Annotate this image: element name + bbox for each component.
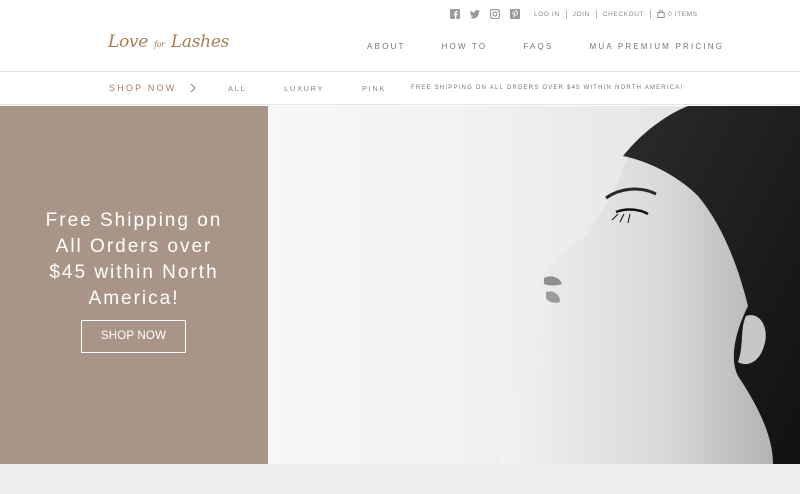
main-nav: ABOUT HOW TO FAQS MUA PREMIUM PRICING: [367, 42, 760, 51]
hero-headline-line: Free Shipping on: [45, 210, 223, 231]
shopping-bag-icon[interactable]: [657, 10, 668, 18]
category-luxury[interactable]: LUXURY: [284, 84, 324, 93]
logo-word-for: for: [154, 40, 165, 49]
hero-headline-line: $45 within North: [49, 262, 219, 283]
cart-count-link[interactable]: 0 ITEMS: [668, 11, 697, 18]
nav-item-faqs[interactable]: FAQS: [523, 42, 553, 51]
divider: [595, 9, 597, 19]
pinterest-icon[interactable]: [510, 9, 520, 19]
hero-model-image: [268, 106, 800, 464]
hero-headline: Free Shipping on All Orders over $45 wit…: [0, 208, 268, 312]
hero-banner: Free Shipping on All Orders over $45 wit…: [0, 106, 800, 464]
shipping-promo-text: FREE SHIPPING ON ALL ORDERS OVER $45 WIT…: [411, 85, 684, 91]
chevron-right-icon: [176, 83, 197, 93]
divider: [650, 9, 652, 19]
login-link[interactable]: LOG IN: [534, 11, 560, 18]
category-pink[interactable]: PINK: [362, 84, 386, 93]
hero-shop-now-button[interactable]: SHOP NOW: [81, 320, 186, 353]
category-links: ALL LUXURY PINK: [228, 84, 424, 93]
site-logo[interactable]: Love for Lashes: [108, 32, 229, 52]
utility-bar: LOG IN JOIN CHECKOUT 0 ITEMS: [450, 8, 698, 20]
hero-promo-panel: Free Shipping on All Orders over $45 wit…: [0, 106, 268, 464]
nav-item-how-to[interactable]: HOW TO: [442, 42, 488, 51]
divider: [565, 9, 567, 19]
facebook-icon[interactable]: [450, 9, 460, 19]
shop-now-menu[interactable]: SHOP NOW: [109, 83, 197, 93]
twitter-icon[interactable]: [470, 9, 480, 19]
shop-now-label: SHOP NOW: [109, 83, 177, 93]
instagram-icon[interactable]: [490, 9, 500, 19]
nav-item-mua-premium-pricing[interactable]: MUA PREMIUM PRICING: [590, 42, 725, 51]
page-footer-strip: [0, 464, 800, 494]
logo-word-love: Love: [108, 32, 148, 52]
logo-word-lashes: Lashes: [170, 32, 230, 52]
category-bar: SHOP NOW ALL LUXURY PINK FREE SHIPPING O…: [0, 72, 800, 105]
join-link[interactable]: JOIN: [573, 11, 590, 18]
hero-headline-line: All Orders over: [55, 236, 213, 257]
site-header: LOG IN JOIN CHECKOUT 0 ITEMS Love for La…: [0, 0, 800, 72]
nav-item-about[interactable]: ABOUT: [367, 42, 406, 51]
category-all[interactable]: ALL: [228, 84, 246, 93]
hero-headline-line: America!: [88, 288, 180, 309]
model-profile-illustration: [500, 106, 800, 464]
checkout-link[interactable]: CHECKOUT: [603, 11, 644, 18]
